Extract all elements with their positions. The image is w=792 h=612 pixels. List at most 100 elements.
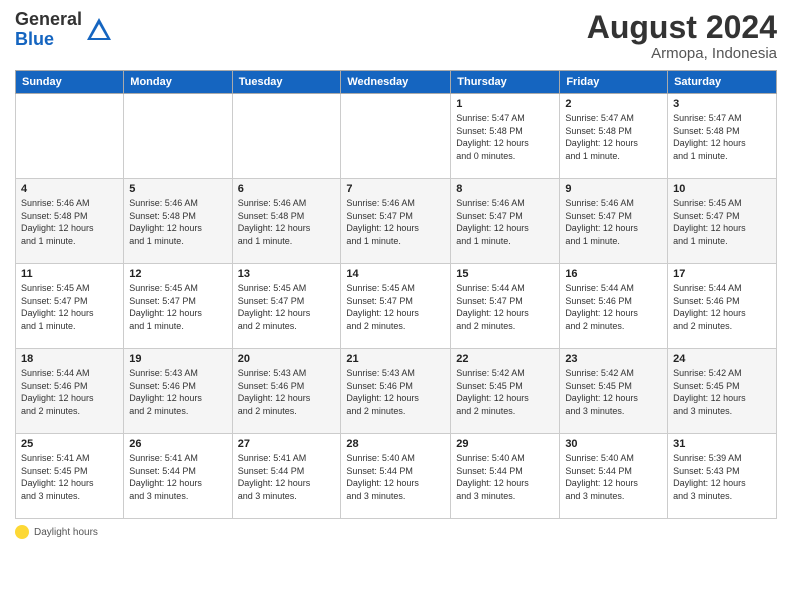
table-row: 2Sunrise: 5:47 AMSunset: 5:48 PMDaylight… [560,94,668,179]
col-tuesday: Tuesday [232,71,341,94]
daylight-icon [15,525,29,539]
day-info: Sunrise: 5:46 AMSunset: 5:47 PMDaylight:… [456,197,554,247]
table-row: 1 Sunrise: 5:47 AMSunset: 5:48 PMDaylight… [451,94,560,179]
day-info: Sunrise: 5:46 AMSunset: 5:48 PMDaylight:… [129,197,226,247]
title-block: August 2024 Armopa, Indonesia [587,10,777,62]
day-info: Sunrise: 5:45 AMSunset: 5:47 PMDaylight:… [673,197,771,247]
table-row: 14Sunrise: 5:45 AMSunset: 5:47 PMDayligh… [341,264,451,349]
table-row: 20 Sunrise: 5:43 AMSunset: 5:46 PMDayligh… [232,349,341,434]
table-row: 6Sunrise: 5:46 AMSunset: 5:48 PMDaylight… [232,179,341,264]
day-info: Sunrise: 5:42 AMSunset: 5:45 PMDaylight:… [456,367,554,417]
logo-general: General [15,10,82,30]
col-saturday: Saturday [668,71,777,94]
day-info: Sunrise: 5:43 AMSunset: 5:46 PMDaylight:… [238,367,336,417]
day-number: 25 [21,438,118,450]
table-row: 9 Sunrise: 5:46 AMSunset: 5:47 PMDaylight… [560,179,668,264]
day-info: Sunrise: 5:44 AMSunset: 5:46 PMDaylight:… [565,282,662,332]
day-number: 18 [21,353,118,365]
day-number: 20 [238,353,336,365]
day-number: 27 [238,438,336,450]
day-number: 2 [565,98,662,110]
table-row [232,94,341,179]
table-row [341,94,451,179]
table-row: 30 Sunrise: 5:40 AMSunset: 5:44 PMDayligh… [560,434,668,519]
table-row: 29 Sunrise: 5:40 AMSunset: 5:44 PMDayligh… [451,434,560,519]
logo-text: General Blue [15,10,82,50]
day-number: 29 [456,438,554,450]
calendar-week-row: 11 Sunrise: 5:45 AMSunset: 5:47 PMDayligh… [16,264,777,349]
table-row: 10 Sunrise: 5:45 AMSunset: 5:47 PMDayligh… [668,179,777,264]
day-number: 11 [21,268,118,280]
day-number: 26 [129,438,226,450]
daylight-label: Daylight hours [34,527,98,538]
table-row: 24 Sunrise: 5:42 AMSunset: 5:45 PMDayligh… [668,349,777,434]
day-info: Sunrise: 5:43 AMSunset: 5:46 PMDaylight:… [129,367,226,417]
day-info: Sunrise: 5:43 AMSunset: 5:46 PMDaylight:… [346,367,445,417]
day-number: 12 [129,268,226,280]
day-number: 21 [346,353,445,365]
header: General Blue August 2024 Armopa, Indones… [15,10,777,62]
day-number: 10 [673,183,771,195]
table-row: 4 Sunrise: 5:46 AMSunset: 5:48 PMDaylight… [16,179,124,264]
day-info: Sunrise: 5:47 AMSunset: 5:48 PMDaylight:… [673,112,771,162]
logo: General Blue [15,10,113,50]
day-number: 24 [673,353,771,365]
month-title: August 2024 [587,10,777,45]
day-number: 13 [238,268,336,280]
table-row: 26Sunrise: 5:41 AMSunset: 5:44 PMDayligh… [124,434,232,519]
table-row: 12 Sunrise: 5:45 AMSunset: 5:47 PMDayligh… [124,264,232,349]
table-row: 3 Sunrise: 5:47 AMSunset: 5:48 PMDaylight… [668,94,777,179]
table-row: 7Sunrise: 5:46 AMSunset: 5:47 PMDaylight… [341,179,451,264]
table-row: 13 Sunrise: 5:45 AMSunset: 5:47 PMDayligh… [232,264,341,349]
day-info: Sunrise: 5:45 AMSunset: 5:47 PMDaylight:… [129,282,226,332]
day-number: 3 [673,98,771,110]
day-number: 28 [346,438,445,450]
table-row: 25Sunrise: 5:41 AMSunset: 5:45 PMDayligh… [16,434,124,519]
day-info: Sunrise: 5:42 AMSunset: 5:45 PMDaylight:… [565,367,662,417]
day-info: Sunrise: 5:45 AMSunset: 5:47 PMDaylight:… [238,282,336,332]
table-row: 21 Sunrise: 5:43 AMSunset: 5:46 PMDayligh… [341,349,451,434]
calendar-table: Sunday Monday Tuesday Wednesday Thursday… [15,70,777,519]
day-info: Sunrise: 5:42 AMSunset: 5:45 PMDaylight:… [673,367,771,417]
day-number: 6 [238,183,336,195]
day-info: Sunrise: 5:40 AMSunset: 5:44 PMDaylight:… [565,452,662,502]
day-number: 1 [456,98,554,110]
col-thursday: Thursday [451,71,560,94]
calendar-week-row: 1 Sunrise: 5:47 AMSunset: 5:48 PMDaylight… [16,94,777,179]
day-info: Sunrise: 5:40 AMSunset: 5:44 PMDaylight:… [456,452,554,502]
table-row: 19 Sunrise: 5:43 AMSunset: 5:46 PMDayligh… [124,349,232,434]
logo-triangle-icon [85,16,113,44]
day-number: 19 [129,353,226,365]
table-row: 28 Sunrise: 5:40 AMSunset: 5:44 PMDayligh… [341,434,451,519]
day-number: 23 [565,353,662,365]
table-row: 31Sunrise: 5:39 AMSunset: 5:43 PMDayligh… [668,434,777,519]
day-info: Sunrise: 5:46 AMSunset: 5:47 PMDaylight:… [565,197,662,247]
col-friday: Friday [560,71,668,94]
logo-blue: Blue [15,30,82,50]
day-info: Sunrise: 5:41 AMSunset: 5:44 PMDaylight:… [238,452,336,502]
day-number: 14 [346,268,445,280]
day-info: Sunrise: 5:46 AMSunset: 5:48 PMDaylight:… [21,197,118,247]
footer: Daylight hours [15,525,777,539]
day-info: Sunrise: 5:46 AMSunset: 5:47 PMDaylight:… [346,197,445,247]
day-number: 15 [456,268,554,280]
location: Armopa, Indonesia [587,45,777,62]
day-info: Sunrise: 5:47 AMSunset: 5:48 PMDaylight:… [456,112,554,162]
day-number: 8 [456,183,554,195]
calendar-week-row: 25Sunrise: 5:41 AMSunset: 5:45 PMDayligh… [16,434,777,519]
table-row: 23 Sunrise: 5:42 AMSunset: 5:45 PMDayligh… [560,349,668,434]
day-number: 30 [565,438,662,450]
day-number: 4 [21,183,118,195]
day-info: Sunrise: 5:44 AMSunset: 5:46 PMDaylight:… [673,282,771,332]
day-number: 17 [673,268,771,280]
day-number: 9 [565,183,662,195]
day-number: 5 [129,183,226,195]
day-info: Sunrise: 5:44 AMSunset: 5:47 PMDaylight:… [456,282,554,332]
page: General Blue August 2024 Armopa, Indones… [0,0,792,612]
calendar-week-row: 18Sunrise: 5:44 AMSunset: 5:46 PMDayligh… [16,349,777,434]
table-row: 5 Sunrise: 5:46 AMSunset: 5:48 PMDaylight… [124,179,232,264]
table-row [124,94,232,179]
day-info: Sunrise: 5:40 AMSunset: 5:44 PMDaylight:… [346,452,445,502]
day-info: Sunrise: 5:45 AMSunset: 5:47 PMDaylight:… [21,282,118,332]
table-row [16,94,124,179]
